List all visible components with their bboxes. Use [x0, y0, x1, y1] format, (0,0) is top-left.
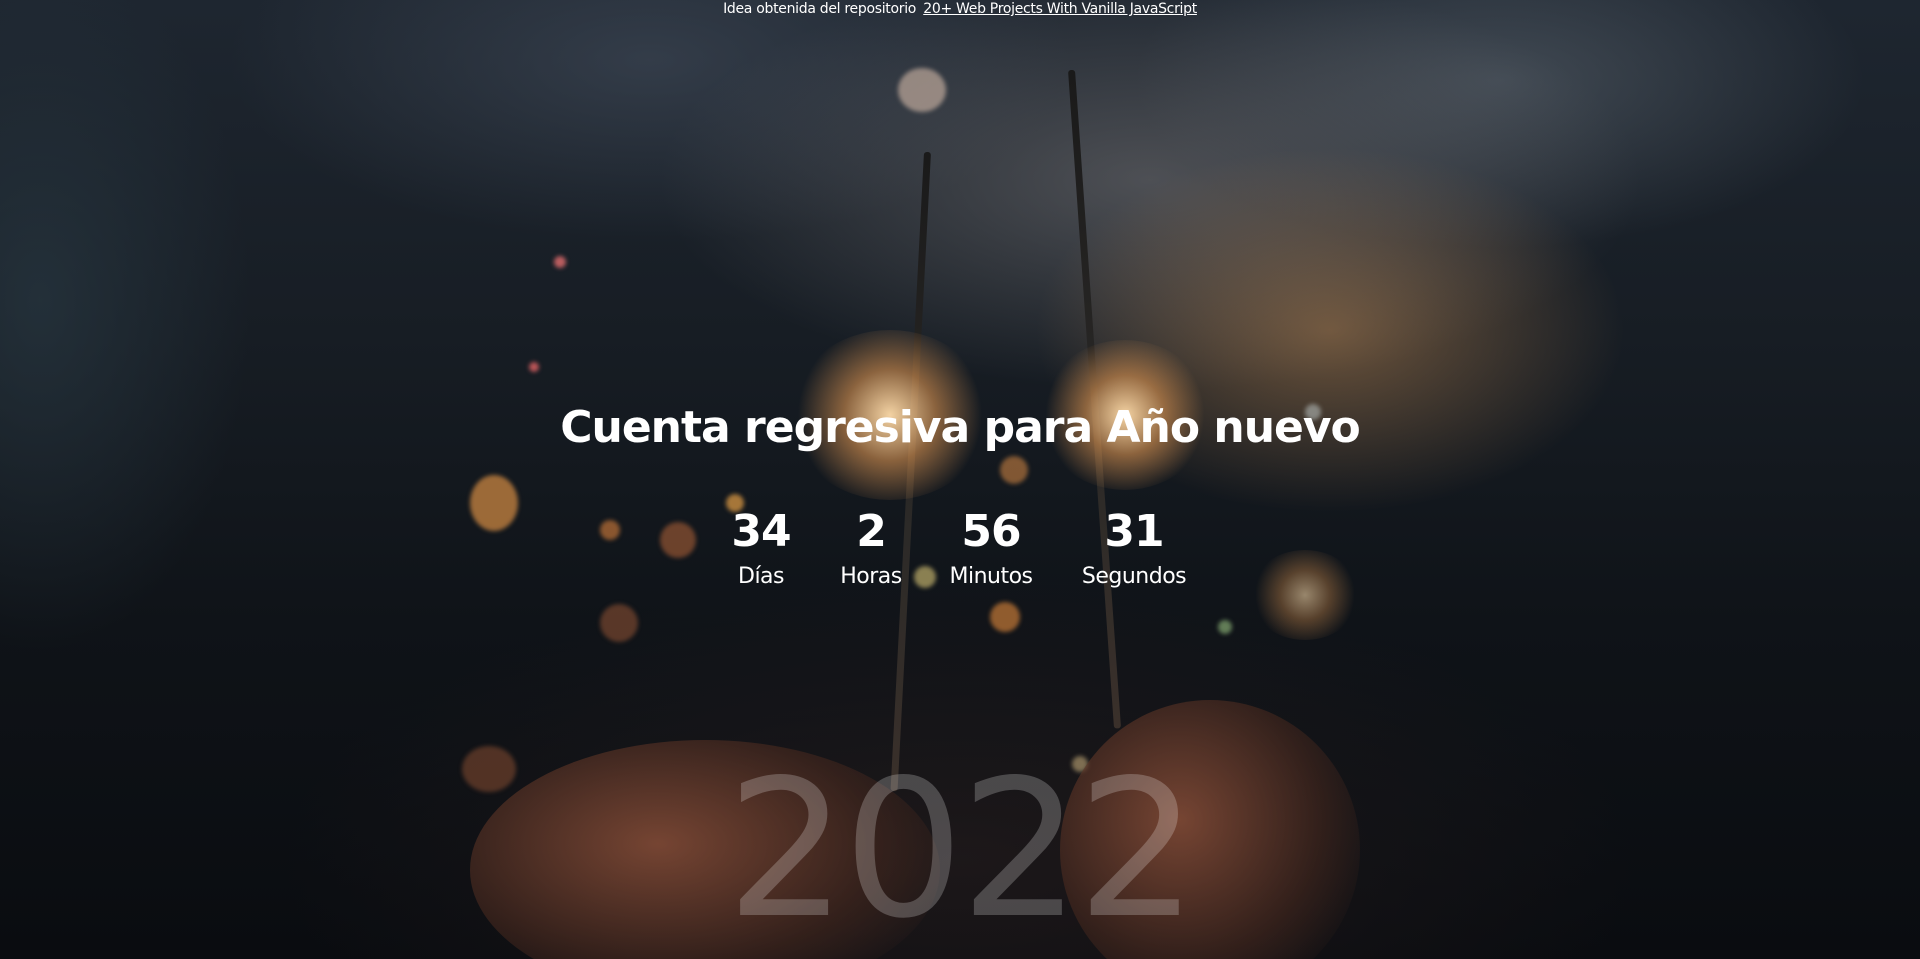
page-title: Cuenta regresiva para Año nuevo: [560, 402, 1361, 453]
repository-link[interactable]: 20+ Web Projects With Vanilla JavaScript: [923, 1, 1197, 17]
bokeh-light: [529, 362, 539, 372]
countdown-hours: 2 Horas: [821, 502, 921, 592]
bokeh-light: [470, 475, 518, 531]
bokeh-light: [1000, 456, 1028, 484]
sparkler-glow: [1250, 550, 1360, 640]
seconds-value: 31: [1104, 506, 1164, 557]
countdown-minutes: 56 Minutos: [936, 502, 1046, 592]
countdown-seconds: 31 Segundos: [1074, 502, 1194, 592]
bokeh-light: [600, 604, 638, 642]
days-value: 34: [731, 506, 791, 557]
attribution-text: Idea obtenida del repositorio: [723, 1, 917, 17]
minutes-label: Minutos: [949, 564, 1033, 589]
seconds-label: Segundos: [1081, 564, 1187, 589]
year-display: 2022: [726, 739, 1198, 959]
countdown-days: 34 Días: [711, 502, 811, 592]
background-photo: Idea obtenida del repositorio 20+ Web Pr…: [0, 0, 1920, 959]
days-label: Días: [738, 564, 785, 589]
attribution: Idea obtenida del repositorio 20+ Web Pr…: [0, 1, 1920, 17]
hours-label: Horas: [840, 564, 902, 589]
bokeh-light: [1218, 620, 1232, 634]
countdown: 34 Días 2 Horas 56 Minutos 31 Segundos: [711, 502, 1211, 612]
hours-value: 2: [856, 506, 887, 557]
minutes-value: 56: [961, 506, 1021, 557]
bokeh-light: [600, 520, 620, 540]
bokeh-light: [554, 256, 566, 268]
bokeh-light: [898, 68, 946, 112]
bokeh-light: [660, 522, 696, 558]
